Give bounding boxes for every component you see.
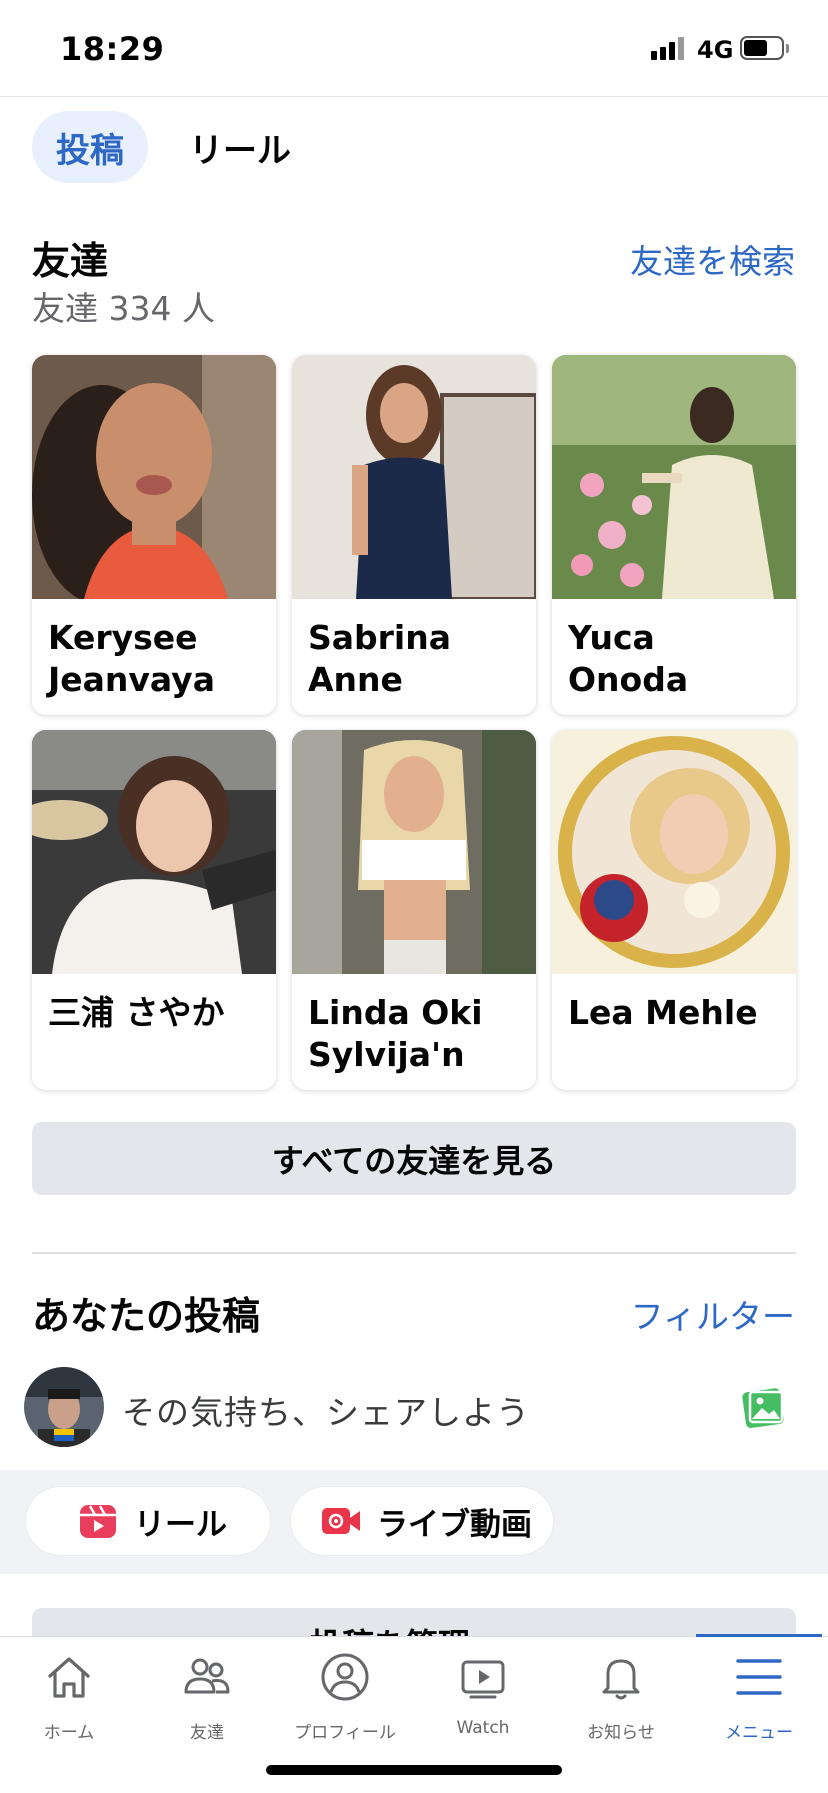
live-video-chip-label: ライブ動画 bbox=[377, 1506, 532, 1543]
friend-photo bbox=[32, 355, 276, 599]
friend-name: Linda Oki Sylvija'n bbox=[308, 993, 483, 1074]
your-posts-title: あなたの投稿 bbox=[32, 1294, 261, 1338]
friend-card[interactable]: Linda Oki Sylvija'n bbox=[292, 730, 536, 1090]
nav-friends-label: 友達 bbox=[190, 1723, 224, 1743]
profile-icon bbox=[320, 1652, 370, 1702]
status-time: 18:29 bbox=[60, 30, 165, 68]
find-friends-link[interactable]: 友達を検索 bbox=[630, 235, 795, 283]
friend-name: Lea Mehle bbox=[568, 993, 758, 1032]
nav-menu-label: メニュー bbox=[725, 1723, 793, 1743]
nav-watch[interactable]: Watch bbox=[414, 1652, 552, 1752]
menu-icon bbox=[734, 1652, 784, 1702]
network-type: 4G bbox=[697, 36, 734, 64]
friend-card[interactable]: Lea Mehle bbox=[552, 730, 796, 1090]
friend-card[interactable]: Sabrina Anne bbox=[292, 355, 536, 715]
friend-photo bbox=[552, 355, 796, 599]
battery-icon bbox=[740, 36, 790, 62]
filter-link[interactable]: フィルター bbox=[631, 1290, 795, 1338]
nav-notifications-label: お知らせ bbox=[587, 1723, 655, 1743]
friend-card[interactable]: Kerysee Jeanvaya bbox=[32, 355, 276, 715]
home-icon bbox=[44, 1652, 94, 1702]
signal-icon bbox=[651, 36, 691, 60]
friend-card[interactable]: 三浦 さやか bbox=[32, 730, 276, 1090]
friends-section-title: 友達 bbox=[32, 239, 109, 283]
tab-reels[interactable]: リール bbox=[170, 111, 310, 183]
nav-profile-label: プロフィール bbox=[294, 1723, 396, 1743]
reel-chip-label: リール bbox=[134, 1506, 227, 1543]
section-divider bbox=[32, 1252, 796, 1254]
composer-input[interactable]: その気持ち、シェアしよう bbox=[122, 1386, 530, 1434]
nav-home-label: ホーム bbox=[43, 1723, 95, 1743]
active-tab-indicator bbox=[696, 1634, 822, 1637]
nav-friends[interactable]: 友達 bbox=[138, 1652, 276, 1752]
friend-name: 三浦 さやか bbox=[48, 993, 225, 1032]
watch-icon bbox=[458, 1652, 508, 1702]
live-video-chip[interactable]: ライブ動画 bbox=[291, 1487, 553, 1555]
reel-icon bbox=[78, 1501, 118, 1541]
reel-chip[interactable]: リール bbox=[26, 1487, 270, 1555]
avatar[interactable] bbox=[24, 1367, 104, 1447]
friend-photo bbox=[32, 730, 276, 974]
friend-photo bbox=[552, 730, 796, 974]
friend-card[interactable]: Yuca Onoda bbox=[552, 355, 796, 715]
nav-notifications[interactable]: お知らせ bbox=[552, 1652, 690, 1752]
nav-watch-label: Watch bbox=[456, 1718, 510, 1738]
nav-menu[interactable]: メニュー bbox=[690, 1652, 828, 1752]
friend-name: Sabrina Anne bbox=[308, 618, 452, 699]
friend-name: Kerysee Jeanvaya bbox=[48, 618, 215, 699]
photo-icon[interactable] bbox=[742, 1386, 786, 1428]
friend-name: Yuca Onoda bbox=[568, 618, 689, 699]
see-all-friends-button[interactable]: すべての友達を見る bbox=[32, 1122, 796, 1195]
friend-photo bbox=[292, 355, 536, 599]
friends-count: 友達 334 人 bbox=[32, 289, 215, 328]
friends-icon bbox=[182, 1652, 232, 1702]
home-indicator bbox=[266, 1765, 562, 1775]
tab-posts[interactable]: 投稿 bbox=[32, 111, 148, 183]
bell-icon bbox=[596, 1652, 646, 1702]
nav-profile[interactable]: プロフィール bbox=[276, 1652, 414, 1752]
nav-home[interactable]: ホーム bbox=[0, 1652, 138, 1752]
live-video-icon bbox=[321, 1501, 361, 1541]
friend-photo bbox=[292, 730, 536, 974]
